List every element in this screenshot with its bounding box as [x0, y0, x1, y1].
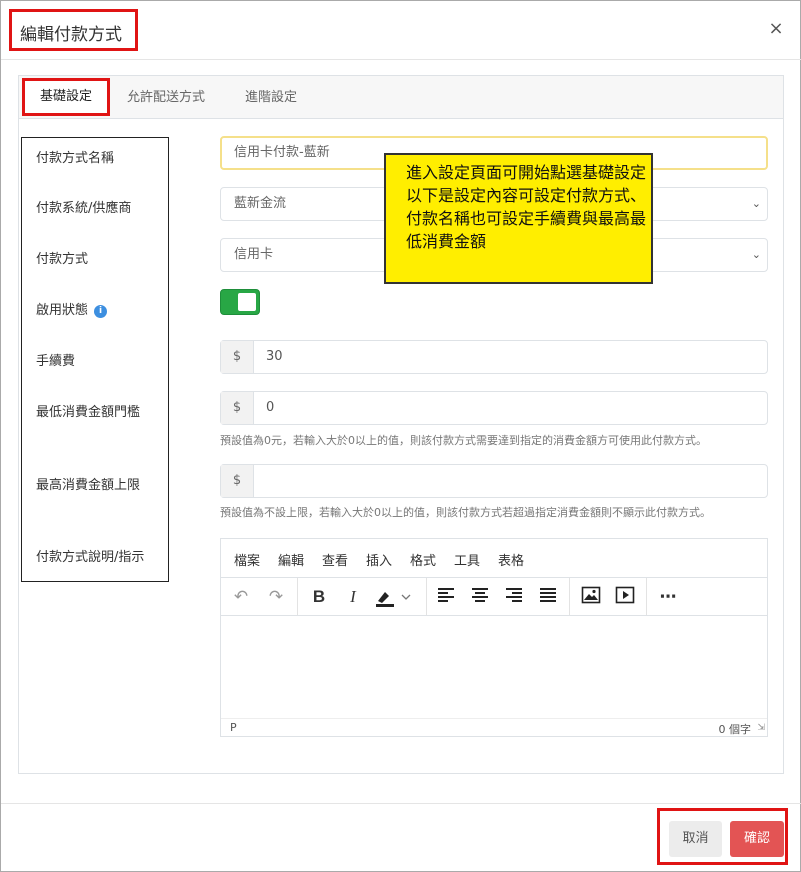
editor-statusbar: P 0 個字 ⇲	[221, 718, 767, 736]
label-payment-name: 付款方式名稱	[36, 151, 115, 166]
payment-method-value: 信用卡	[234, 247, 274, 262]
footer-divider	[1, 803, 801, 804]
label-enable-status-text: 啟用狀態	[36, 303, 89, 318]
payment-provider-value: 藍新金流	[234, 196, 287, 211]
cancel-button[interactable]: 取消	[669, 821, 722, 857]
redo-icon[interactable]: ↷	[264, 586, 288, 608]
tab-basic-settings[interactable]: 基礎設定	[22, 78, 110, 116]
enable-status-toggle[interactable]	[220, 289, 260, 315]
tab-bar: 基礎設定 允許配送方式 進階設定	[19, 76, 783, 119]
more-options-icon[interactable]: ⋯	[656, 586, 680, 608]
toolbar-divider	[297, 578, 298, 615]
align-center-icon[interactable]	[468, 586, 492, 608]
editor-toolbar: ↶ ↷ B I ⋯	[221, 577, 767, 616]
max-amount-hint: 預設值為不設上限，若輸入大於0以上的值，則該付款方式若超過指定消費金額則不顯示此…	[220, 506, 711, 519]
media-icon[interactable]	[613, 586, 637, 608]
align-right-icon[interactable]	[502, 586, 526, 608]
close-icon[interactable]: ×	[765, 18, 787, 40]
currency-addon: $	[221, 465, 254, 497]
menu-table[interactable]: 表格	[498, 550, 524, 569]
label-payment-method: 付款方式	[36, 252, 89, 267]
italic-icon[interactable]: I	[341, 586, 365, 608]
chevron-down-icon: ⌄	[751, 197, 761, 210]
toolbar-divider	[569, 578, 570, 615]
chevron-down-icon: ⌄	[751, 248, 761, 261]
label-payment-provider: 付款系統/供應商	[36, 201, 132, 216]
word-count: 0 個字	[718, 723, 752, 736]
align-justify-icon[interactable]	[536, 586, 560, 608]
menu-edit[interactable]: 編輯	[278, 550, 304, 569]
editor-menubar: 檔案 編輯 查看 插入 格式 工具 表格	[221, 539, 767, 577]
toggle-knob	[238, 293, 256, 311]
menu-insert[interactable]: 插入	[366, 550, 392, 569]
label-description: 付款方式說明/指示	[36, 550, 145, 565]
description-editor: 檔案 編輯 查看 插入 格式 工具 表格 ↶ ↷ B I ⋯ P 0 個字 ⇲	[220, 538, 768, 737]
label-column: 付款方式名稱 付款系統/供應商 付款方式 啟用狀態 i 手續費 最低消費金額門檻 …	[21, 137, 169, 582]
menu-tools[interactable]: 工具	[454, 550, 480, 569]
info-icon[interactable]: i	[94, 305, 108, 318]
menu-view[interactable]: 查看	[322, 550, 348, 569]
modal-title: 編輯付款方式	[9, 9, 138, 51]
confirm-button[interactable]: 確認	[730, 821, 784, 857]
highlight-color-icon[interactable]	[373, 586, 413, 608]
label-max-amount: 最高消費金額上限	[36, 478, 141, 493]
align-left-icon[interactable]	[434, 586, 458, 608]
label-min-amount: 最低消費金額門檻	[36, 405, 141, 420]
header-divider	[1, 59, 801, 60]
bold-icon[interactable]: B	[307, 586, 331, 608]
tab-advanced-settings[interactable]: 進階設定	[245, 76, 297, 119]
menu-format[interactable]: 格式	[410, 550, 436, 569]
resize-handle-icon[interactable]: ⇲	[757, 723, 765, 733]
edit-payment-modal: 編輯付款方式 × 基礎設定 允許配送方式 進階設定 付款方式名稱 付款系統/供應…	[0, 0, 801, 872]
min-amount-input[interactable]: 0	[266, 392, 274, 424]
undo-icon[interactable]: ↶	[229, 586, 253, 608]
currency-addon: $	[221, 341, 254, 373]
label-fee: 手續費	[36, 354, 76, 369]
annotation-callout: 進入設定頁面可開始點選基礎設定以下是設定內容可設定付款方式、付款名稱也可設定手續…	[384, 153, 653, 284]
label-enable-status: 啟用狀態 i	[36, 299, 108, 318]
toolbar-divider	[646, 578, 647, 615]
image-icon[interactable]	[579, 586, 603, 608]
max-amount-input-group: $	[220, 464, 768, 498]
fee-input-group: $ 30	[220, 340, 768, 374]
min-amount-hint: 預設值為0元，若輸入大於0以上的值，則該付款方式需要達到指定的消費金額方可使用此…	[220, 434, 707, 447]
toolbar-divider	[426, 578, 427, 615]
menu-file[interactable]: 檔案	[234, 550, 260, 569]
fee-input[interactable]: 30	[266, 341, 283, 373]
tab-allowed-shipping[interactable]: 允許配送方式	[127, 76, 205, 119]
currency-addon: $	[221, 392, 254, 424]
min-amount-input-group: $ 0	[220, 391, 768, 425]
element-path: P	[230, 721, 237, 734]
